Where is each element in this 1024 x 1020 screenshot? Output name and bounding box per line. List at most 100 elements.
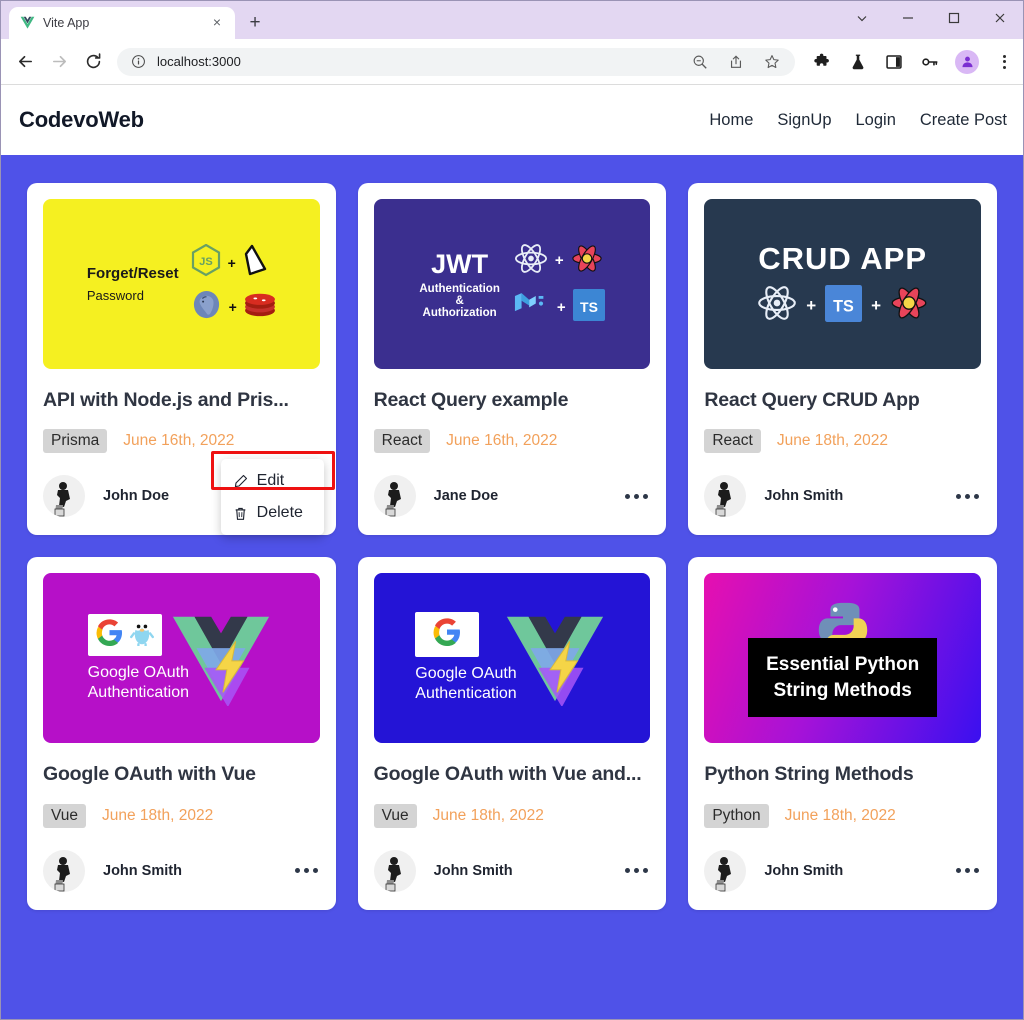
page-viewport: CodevoWeb Home SignUp Login Create Post … (1, 85, 1023, 1019)
go-gopher-logo-icon (130, 619, 154, 651)
extensions-puzzle-icon[interactable] (811, 51, 833, 73)
post-card[interactable]: Google OAuth Authentication (27, 557, 336, 909)
post-author: Jane Doe (434, 488, 498, 504)
post-title[interactable]: Google OAuth with Vue and... (374, 761, 651, 787)
side-panel-icon[interactable] (883, 51, 905, 73)
password-key-icon[interactable] (919, 51, 941, 73)
post-card[interactable]: JWT Authentication & Authorization (358, 183, 667, 535)
author-avatar (43, 475, 85, 517)
post-footer: John Smith (704, 475, 981, 517)
post-title[interactable]: React Query example (374, 387, 651, 413)
post-actions-menu-button[interactable] (293, 862, 320, 879)
nodejs-logo-icon: JS (191, 244, 221, 282)
thumb-line-1: CRUD APP (757, 241, 928, 277)
post-date: June 18th, 2022 (777, 432, 888, 450)
google-logo-icon (433, 633, 461, 650)
post-actions-menu-button[interactable] (623, 488, 650, 505)
postgresql-logo-icon (191, 289, 222, 325)
site-brand[interactable]: CodevoWeb (19, 107, 144, 133)
post-actions-dropdown[interactable]: Edit Delete (221, 459, 324, 535)
thumb-line-1: Forget/Reset (87, 265, 179, 282)
post-tag[interactable]: React (704, 429, 761, 453)
dropdown-item-edit[interactable]: Edit (221, 465, 324, 497)
post-meta: Prisma June 16th, 2022 (43, 429, 320, 453)
address-bar[interactable]: localhost:3000 (117, 48, 795, 76)
post-actions-menu-button[interactable] (623, 862, 650, 879)
vue-vite-logo-icon (167, 606, 275, 711)
post-title[interactable]: Python String Methods (704, 761, 981, 787)
svg-text:JS: JS (199, 256, 212, 268)
maximize-icon[interactable] (931, 1, 977, 35)
post-author: John Smith (764, 863, 843, 879)
post-meta: React June 16th, 2022 (374, 429, 651, 453)
thumb-line-2: String Methods (766, 678, 919, 704)
nav-link-signup[interactable]: SignUp (777, 111, 831, 130)
post-footer: John Smith (704, 850, 981, 892)
post-footer: John Smith (43, 850, 320, 892)
post-thumbnail: Google OAuth Authentication (43, 573, 320, 743)
tab-strip: Vite App × + (1, 1, 269, 39)
post-footer: Jane Doe (374, 475, 651, 517)
thumb-line-1: Essential Python (766, 652, 919, 678)
minimize-icon[interactable] (885, 1, 931, 35)
dropdown-item-edit-label: Edit (257, 472, 285, 490)
post-actions-menu-button[interactable] (954, 488, 981, 505)
close-window-icon[interactable] (977, 1, 1023, 35)
post-title[interactable]: API with Node.js and Pris... (43, 387, 320, 413)
site-header: CodevoWeb Home SignUp Login Create Post (1, 85, 1023, 155)
post-tag[interactable]: Prisma (43, 429, 107, 453)
forward-arrow-icon[interactable] (43, 46, 75, 78)
browser-tab[interactable]: Vite App × (9, 7, 235, 39)
experiments-flask-icon[interactable] (847, 51, 869, 73)
trash-icon (233, 506, 248, 521)
post-title[interactable]: Google OAuth with Vue (43, 761, 320, 787)
share-icon[interactable] (725, 51, 747, 73)
post-tag[interactable]: Python (704, 804, 768, 828)
window-controls (839, 1, 1023, 35)
post-card[interactable]: Essential Python String Methods Python S… (688, 557, 997, 909)
post-card[interactable]: Google OAuth Authentication (358, 557, 667, 909)
post-tag[interactable]: React (374, 429, 431, 453)
post-date: June 16th, 2022 (446, 432, 557, 450)
post-tag[interactable]: Vue (43, 804, 86, 828)
profile-avatar-icon[interactable] (955, 50, 979, 74)
chevron-down-icon[interactable] (839, 1, 885, 35)
react-logo-icon (757, 285, 797, 326)
browser-menu-icon[interactable] (993, 55, 1015, 69)
post-card[interactable]: CRUD APP + TS + (688, 183, 997, 535)
post-card[interactable]: Forget/Reset Password JS + (27, 183, 336, 535)
posts-grid: Forget/Reset Password JS + (27, 183, 997, 910)
post-footer: John Smith (374, 850, 651, 892)
nav-link-login[interactable]: Login (856, 111, 896, 130)
new-tab-button[interactable]: + (241, 9, 269, 37)
author-avatar (43, 850, 85, 892)
nav-link-create-post[interactable]: Create Post (920, 111, 1007, 130)
typescript-logo-icon: TS (573, 289, 605, 326)
tab-title: Vite App (43, 16, 201, 30)
post-date: June 18th, 2022 (433, 807, 544, 825)
dropdown-item-delete[interactable]: Delete (221, 497, 324, 529)
thumb-line-4: Authorization (419, 307, 500, 319)
post-author: John Smith (764, 488, 843, 504)
typescript-logo-icon: TS (825, 285, 862, 327)
nav-link-home[interactable]: Home (709, 111, 753, 130)
post-title[interactable]: React Query CRUD App (704, 387, 981, 413)
vue-vite-logo-icon (501, 606, 609, 711)
close-icon[interactable]: × (209, 15, 225, 31)
reload-icon[interactable] (77, 46, 109, 78)
info-circle-icon[interactable] (127, 51, 149, 73)
pencil-icon (233, 474, 248, 489)
post-tag[interactable]: Vue (374, 804, 417, 828)
bookmark-star-icon[interactable] (761, 51, 783, 73)
dropdown-item-delete-label: Delete (257, 504, 303, 522)
google-logo-icon (96, 619, 123, 651)
author-avatar (374, 850, 416, 892)
post-meta: React June 18th, 2022 (704, 429, 981, 453)
post-author: John Doe (103, 488, 169, 504)
post-meta: Vue June 18th, 2022 (43, 804, 320, 828)
post-actions-menu-button[interactable] (954, 862, 981, 879)
post-thumbnail: Google OAuth Authentication (374, 573, 651, 743)
post-date: June 18th, 2022 (785, 807, 896, 825)
back-arrow-icon[interactable] (9, 46, 41, 78)
zoom-icon[interactable] (689, 51, 711, 73)
